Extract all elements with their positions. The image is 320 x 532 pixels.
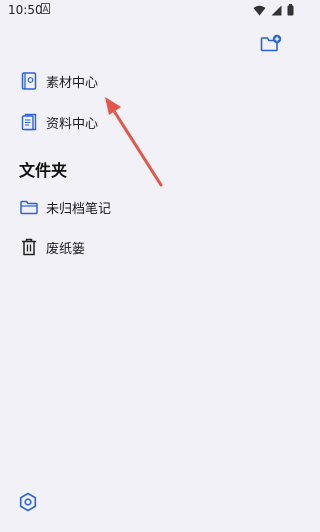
folders-section-title: 文件夹 — [19, 161, 68, 180]
notification-a-icon — [41, 3, 50, 14]
nav-item-material-center[interactable]: 素材中心 — [20, 69, 98, 93]
signal-icon — [271, 5, 282, 15]
trash-icon — [20, 238, 38, 256]
nav-item-resource-center[interactable]: 资料中心 — [20, 110, 98, 134]
status-time: 10:50 — [8, 3, 43, 17]
nav-item-label: 资料中心 — [46, 116, 99, 132]
folder-icon — [20, 198, 38, 216]
nav-item-label: 素材中心 — [46, 75, 99, 91]
folder-item-unarchived-notes[interactable]: 未归档笔记 — [20, 195, 111, 219]
document-icon — [20, 113, 38, 131]
folder-item-label: 废纸篓 — [46, 241, 86, 257]
folder-item-trash[interactable]: 废纸篓 — [20, 235, 85, 259]
status-icons — [253, 4, 294, 16]
settings-icon[interactable] — [18, 492, 38, 512]
new-folder-icon[interactable] — [260, 34, 282, 52]
wifi-icon — [253, 5, 266, 15]
battery-icon — [287, 4, 294, 16]
folder-item-label: 未归档笔记 — [46, 201, 112, 217]
status-bar: 10:50 — [0, 0, 300, 22]
material-book-icon — [20, 72, 38, 90]
